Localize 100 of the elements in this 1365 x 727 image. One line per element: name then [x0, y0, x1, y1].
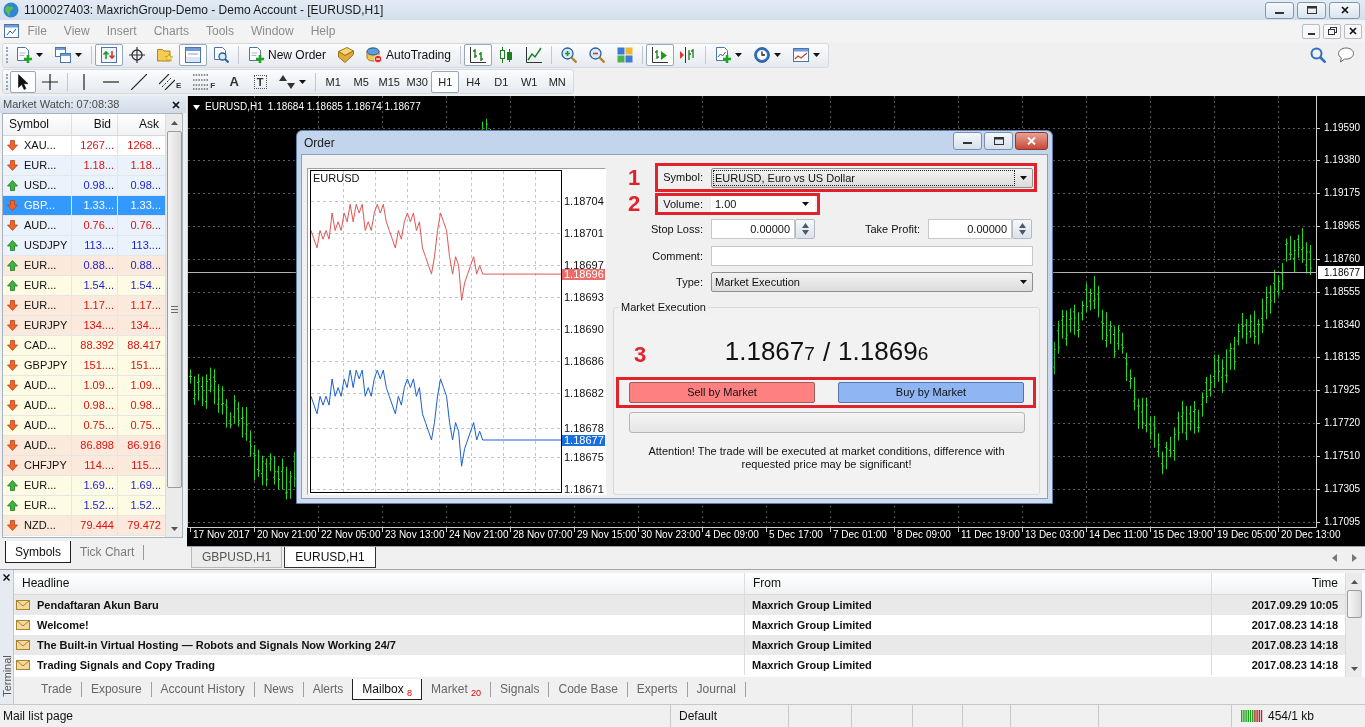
- toolbar-button[interactable]: [645, 44, 674, 66]
- minimize-button[interactable]: [953, 132, 982, 150]
- panel-tab[interactable]: Experts: [627, 679, 687, 700]
- close-icon[interactable]: [172, 100, 180, 109]
- timeframe-button[interactable]: H4: [459, 70, 488, 93]
- timeframe-button[interactable]: MN: [543, 70, 572, 93]
- time-label: 20 Dec 13:00: [1281, 529, 1341, 541]
- panel-tab[interactable]: Signals: [491, 679, 549, 700]
- type-dropdown[interactable]: Market Execution: [711, 272, 1033, 292]
- table-row[interactable]: CAD... 88.392 88.417: [3, 336, 165, 356]
- panel-tab[interactable]: Account History: [151, 679, 254, 700]
- table-row[interactable]: EUR... 0.88... 0.88...: [3, 256, 165, 276]
- panel-tab[interactable]: Exposure: [81, 679, 151, 700]
- scroll-thumb[interactable]: [1346, 590, 1362, 618]
- close-icon[interactable]: [3, 574, 10, 581]
- panel-tab[interactable]: Market $_{20}$: [422, 679, 491, 700]
- table-row[interactable]: CHFJPY 114.... 115....: [3, 456, 165, 476]
- timeframe-button[interactable]: H1: [431, 70, 460, 93]
- maximize-button[interactable]: [1297, 1, 1326, 19]
- spin-button[interactable]: [1012, 219, 1032, 239]
- table-row[interactable]: EUR... 1.54... 1.54...: [3, 276, 165, 296]
- table-row[interactable]: EUR... 1.52... 1.52...: [3, 496, 165, 516]
- column-header[interactable]: Bid: [72, 114, 118, 135]
- toolbar-button[interactable]: F: [187, 70, 222, 93]
- comment-field[interactable]: [711, 246, 1033, 266]
- line-series: [310, 203, 562, 301]
- vertical-scrollbar[interactable]: [165, 114, 182, 537]
- timeframe-button[interactable]: W1: [515, 70, 544, 93]
- toolbar-button[interactable]: AutoTrading: [360, 44, 457, 66]
- panel-tab[interactable]: News: [254, 679, 303, 700]
- toolbar-button[interactable]: E: [153, 70, 188, 93]
- panel-tab[interactable]: Alerts: [303, 679, 353, 700]
- ask-price: 113....: [130, 238, 162, 253]
- toolbar-button[interactable]: [10, 70, 36, 93]
- toolbar-button[interactable]: T: [247, 70, 274, 93]
- panel-tab[interactable]: Mailbox $_{8}$: [352, 679, 423, 700]
- timeframe-button[interactable]: M1: [319, 70, 348, 93]
- minimize-icon: [963, 142, 972, 144]
- minimize-button[interactable]: [1302, 23, 1320, 39]
- panel-tab[interactable]: Tick Chart: [71, 541, 144, 563]
- vertical-scrollbar[interactable]: [1345, 573, 1362, 677]
- table-row[interactable]: EUR... 1.69... 1.69...: [3, 476, 165, 496]
- panel-tab[interactable]: Trade: [32, 679, 81, 700]
- table-row[interactable]: The Built-in Virtual Hosting — Robots and Signals Now Working 24/7 Maxrich Group Limited 2017.08.23 14:18: [14, 635, 1345, 655]
- close-button[interactable]: [1329, 1, 1360, 19]
- chart-tab[interactable]: EURUSD,H1: [284, 547, 376, 568]
- maximize-button[interactable]: [984, 132, 1013, 150]
- table-row[interactable]: GBPJPY 151.... 151....: [3, 356, 165, 376]
- time-label: 28 Nov 07:00: [513, 529, 573, 541]
- price-label: 1.18340: [1324, 318, 1361, 331]
- chat-bubble-icon[interactable]: [1338, 47, 1354, 63]
- column-header[interactable]: Headline: [14, 573, 745, 594]
- panel-tab[interactable]: Symbols: [5, 541, 71, 563]
- chart-tab[interactable]: GBPUSD,H1: [191, 547, 283, 568]
- caret-icon[interactable]: [193, 104, 200, 110]
- timeframe-button[interactable]: M30: [403, 70, 432, 93]
- toolbar-button[interactable]: [463, 44, 492, 66]
- minimize-button[interactable]: [1265, 1, 1294, 19]
- scroll-thumb[interactable]: [166, 131, 182, 488]
- panel-tab[interactable]: Journal: [687, 679, 745, 700]
- left-arrow-icon[interactable]: [1332, 554, 1337, 562]
- toolbar-button[interactable]: A: [221, 70, 248, 93]
- table-row[interactable]: EUR... 1.18... 1.18...: [3, 156, 165, 176]
- table-row[interactable]: AUD... 0.76... 0.76...: [3, 216, 165, 236]
- grip-icon: [170, 306, 178, 313]
- timeframe-button[interactable]: D1: [487, 70, 516, 93]
- close-button[interactable]: [1015, 132, 1048, 150]
- table-row[interactable]: USD... 0.98... 0.98...: [3, 176, 165, 196]
- spin-button[interactable]: [795, 219, 815, 239]
- buy-button[interactable]: Buy by Market: [838, 382, 1024, 403]
- sell-button[interactable]: Sell by Market: [629, 382, 815, 403]
- take-profit-field[interactable]: 0.00000: [928, 219, 1012, 239]
- table-row[interactable]: EUR... 1.17... 1.17...: [3, 296, 165, 316]
- timeframe-button[interactable]: M15: [375, 70, 404, 93]
- document-plus-icon: [16, 47, 32, 63]
- table-row[interactable]: NZD... 79.444 79.472: [3, 516, 165, 536]
- table-row[interactable]: EURJPY 134.... 134....: [3, 316, 165, 336]
- symbol-dropdown[interactable]: EURUSD, Euro vs US Dollar: [711, 167, 1033, 188]
- table-row[interactable]: AUD... 0.98... 0.98...: [3, 396, 165, 416]
- table-row[interactable]: AUD... 1.09... 1.09...: [3, 376, 165, 396]
- table-row[interactable]: AUD... 0.75... 0.75...: [3, 416, 165, 436]
- close-button[interactable]: [1344, 23, 1362, 39]
- ask-price: 151....: [129, 358, 162, 373]
- column-header[interactable]: Symbol: [3, 114, 72, 135]
- stop-loss-field[interactable]: 0.00000: [711, 219, 795, 239]
- column-header[interactable]: From: [745, 573, 1212, 594]
- restore-button[interactable]: [1323, 23, 1341, 39]
- table-row[interactable]: AUD... 86.898 86.916: [3, 436, 165, 456]
- right-arrow-icon[interactable]: [1352, 554, 1357, 562]
- panel-tab[interactable]: Code Base: [549, 679, 627, 700]
- table-row[interactable]: USDJPY 113.... 113....: [3, 236, 165, 256]
- column-header[interactable]: Time: [1212, 573, 1345, 594]
- toolbar-button[interactable]: New Order: [242, 44, 332, 66]
- search-icon[interactable]: [1310, 47, 1326, 63]
- table-row[interactable]: XAU... 1267... 1268...: [3, 136, 165, 156]
- column-header[interactable]: Ask: [118, 114, 165, 135]
- timeframe-button[interactable]: M5: [347, 70, 376, 93]
- table-row[interactable]: Pendaftaran Akun Baru Maxrich Group Limited 2017.09.29 10:05: [14, 595, 1345, 615]
- down-arrow-icon: [1350, 666, 1358, 671]
- time-label: 7 Dec 01:00: [833, 529, 887, 541]
